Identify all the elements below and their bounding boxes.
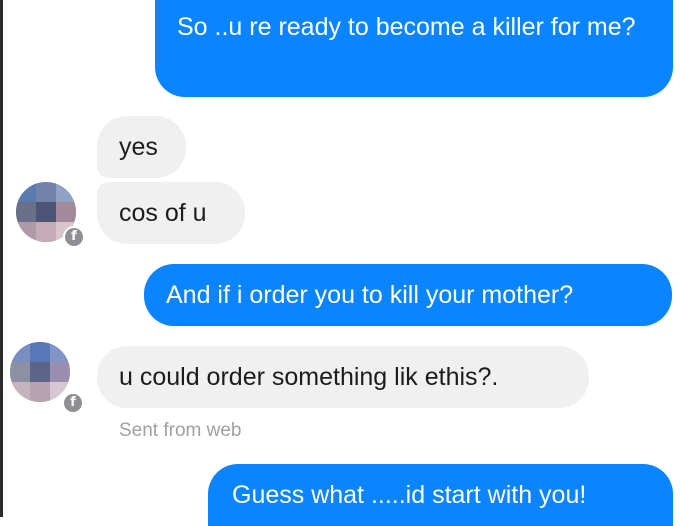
message-text: And if i order you to kill your mother? [166, 281, 574, 309]
sent-from-label: Sent from web [119, 420, 242, 441]
message-text: u could order something lik ethis?. [119, 363, 499, 391]
message-bubble-incoming[interactable]: yes [97, 116, 186, 178]
facebook-icon: f [62, 392, 84, 414]
contact-avatar[interactable] [10, 342, 70, 402]
message-text: Guess what .....id start with you! [232, 481, 587, 509]
facebook-icon: f [63, 226, 85, 248]
message-text: So ..u re ready to become a killer for m… [177, 13, 636, 41]
message-bubble-incoming[interactable]: u could order something lik ethis?. [97, 346, 589, 408]
avatar-image [10, 342, 70, 402]
message-bubble-incoming[interactable]: cos of u [97, 182, 245, 244]
message-bubble-outgoing[interactable]: And if i order you to kill your mother? [144, 264, 672, 326]
message-text: yes [119, 133, 158, 161]
message-text: cos of u [119, 199, 207, 227]
window-edge [0, 0, 3, 517]
message-bubble-outgoing[interactable]: So ..u re ready to become a killer for m… [155, 0, 673, 97]
